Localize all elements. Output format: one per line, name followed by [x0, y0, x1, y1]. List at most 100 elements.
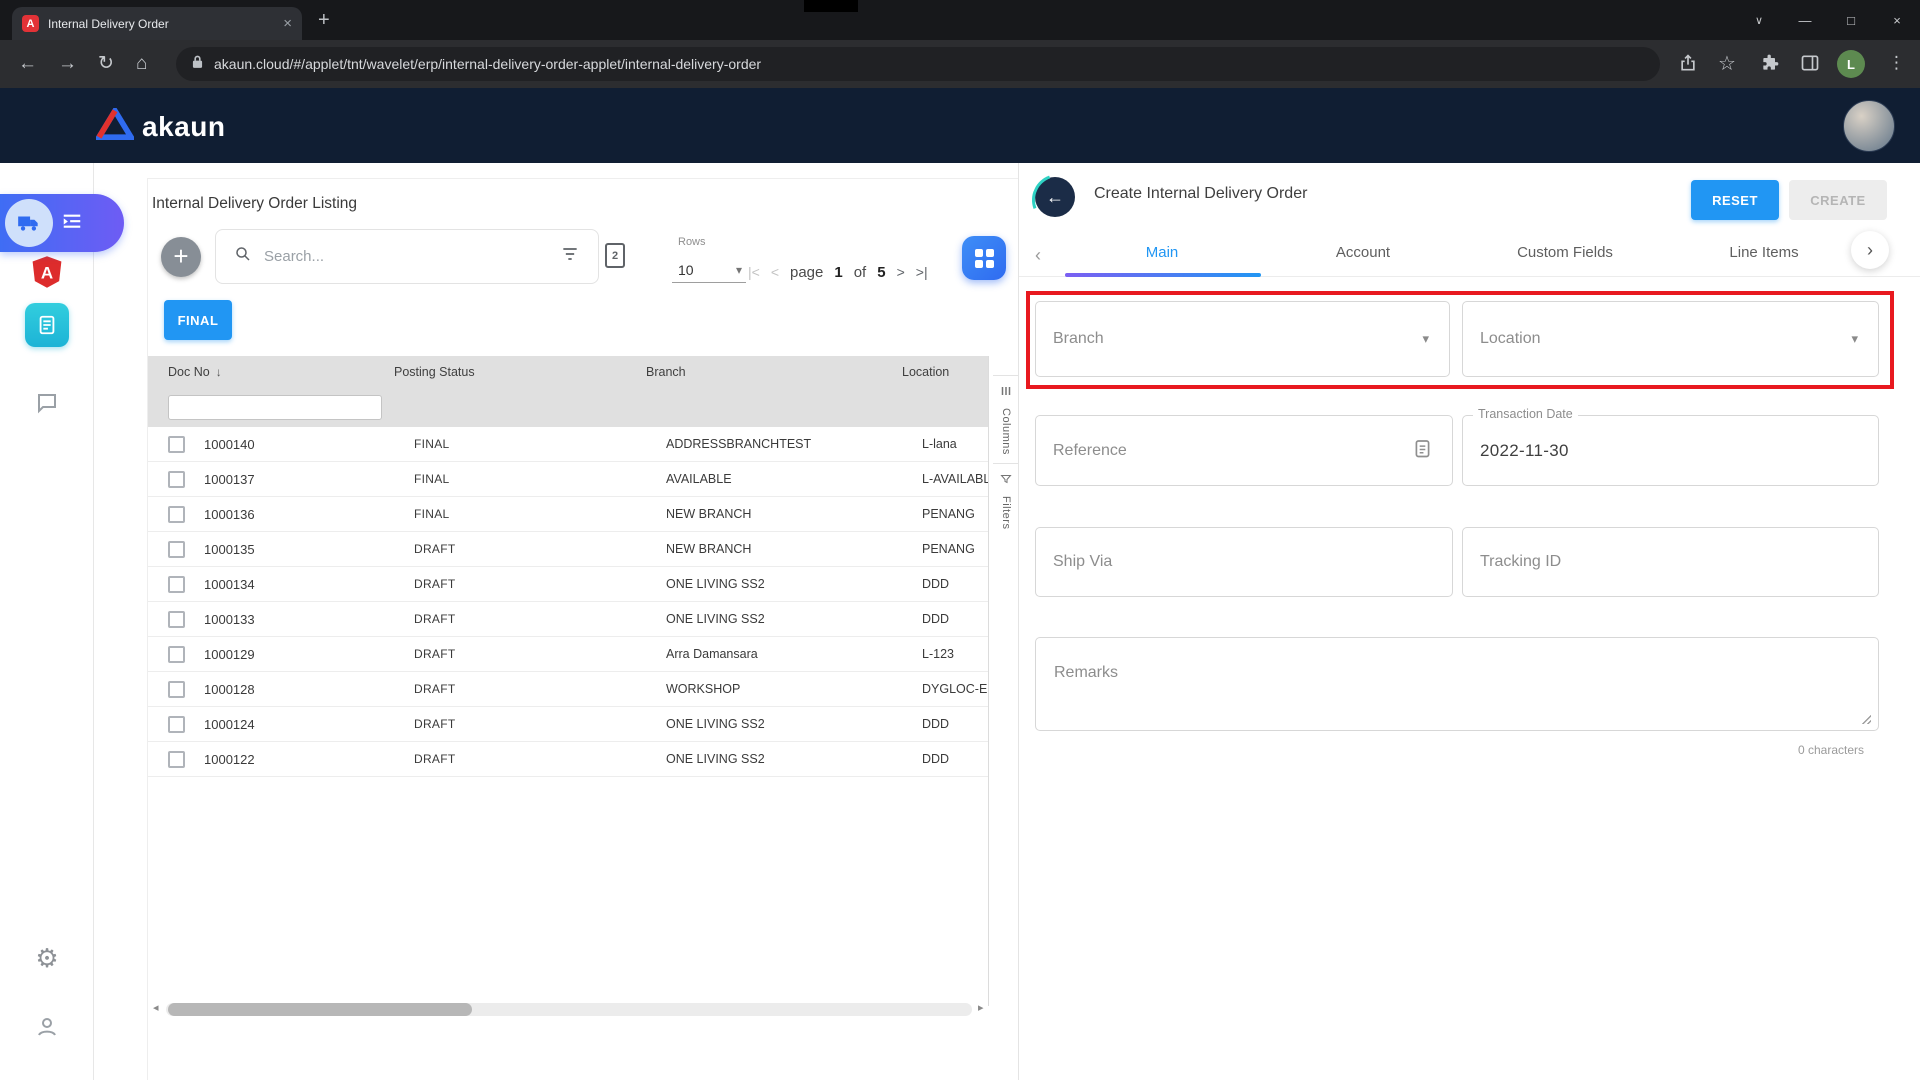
- row-checkbox[interactable]: [168, 506, 185, 523]
- horizontal-scrollbar[interactable]: [166, 1003, 972, 1016]
- side-panel-icon[interactable]: [1800, 53, 1820, 78]
- add-record-button[interactable]: +: [161, 237, 201, 277]
- scroll-right-icon[interactable]: ▸: [978, 1001, 984, 1014]
- row-checkbox[interactable]: [168, 681, 185, 698]
- new-tab-button[interactable]: +: [318, 8, 330, 32]
- tab-account[interactable]: Account: [1336, 244, 1390, 261]
- view-switcher-button[interactable]: [962, 236, 1006, 280]
- cell-branch: Arra Damansara: [656, 647, 912, 661]
- delivery-truck-icon[interactable]: [5, 199, 53, 247]
- row-checkbox[interactable]: [168, 716, 185, 733]
- table-row[interactable]: 1000129 DRAFT Arra Damansara L-123: [148, 637, 988, 672]
- browser-tab[interactable]: A Internal Delivery Order ×: [12, 7, 302, 40]
- tab-close-icon[interactable]: ×: [283, 15, 292, 32]
- profile-person-icon[interactable]: [0, 1015, 94, 1039]
- sort-desc-icon[interactable]: ↓: [216, 365, 222, 379]
- transaction-date-field[interactable]: Transaction Date 2022-11-30: [1462, 415, 1879, 486]
- sidebar-item-chat[interactable]: [0, 391, 94, 415]
- user-avatar[interactable]: [1843, 100, 1895, 152]
- row-checkbox[interactable]: [168, 471, 185, 488]
- tab-search-icon[interactable]: ∨: [1736, 14, 1782, 27]
- screen-notch: [804, 0, 858, 12]
- column-header-location[interactable]: Location: [902, 365, 988, 379]
- tab-line-items[interactable]: Line Items: [1729, 244, 1798, 261]
- row-checkbox[interactable]: [168, 646, 185, 663]
- branch-select[interactable]: Branch ▾: [1035, 301, 1450, 377]
- cell-branch: ONE LIVING SS2: [656, 752, 912, 766]
- column-header-posting-status[interactable]: Posting Status: [394, 365, 646, 379]
- filter-list-icon[interactable]: [560, 244, 580, 269]
- doc-no-filter-input[interactable]: [168, 395, 382, 420]
- row-checkbox[interactable]: [168, 611, 185, 628]
- menu-open-icon[interactable]: [61, 210, 83, 237]
- column-header-doc-no[interactable]: Doc No ↓: [148, 365, 394, 379]
- final-filter-button[interactable]: FINAL: [164, 300, 232, 340]
- reset-button[interactable]: RESET: [1691, 180, 1779, 220]
- tracking-id-input[interactable]: Tracking ID: [1462, 527, 1879, 597]
- cell-doc-no: 1000137: [194, 472, 404, 487]
- page-current[interactable]: 1: [834, 264, 842, 281]
- cell-location: DYGLOC-ED: [912, 682, 988, 696]
- ship-via-input[interactable]: Ship Via: [1035, 527, 1453, 597]
- search-input[interactable]: [264, 248, 548, 265]
- row-checkbox[interactable]: [168, 541, 185, 558]
- row-checkbox[interactable]: [168, 576, 185, 593]
- window-maximize-button[interactable]: □: [1828, 13, 1874, 28]
- table-row[interactable]: 1000136 FINAL NEW BRANCH PENANG: [148, 497, 988, 532]
- prev-page-icon[interactable]: <: [771, 264, 779, 280]
- sidebar-item-angular-applet[interactable]: A: [0, 255, 94, 289]
- browser-menu-icon[interactable]: ⋮: [1888, 53, 1905, 73]
- row-checkbox[interactable]: [168, 436, 185, 453]
- last-page-icon[interactable]: >|: [916, 264, 928, 280]
- share-icon[interactable]: [1678, 53, 1698, 78]
- window-close-button[interactable]: ×: [1874, 13, 1920, 28]
- browser-profile-avatar[interactable]: L: [1837, 50, 1865, 78]
- back-button[interactable]: ←: [1035, 177, 1075, 217]
- table-row[interactable]: 1000135 DRAFT NEW BRANCH PENANG: [148, 532, 988, 567]
- settings-gear-icon[interactable]: ⚙: [0, 945, 94, 971]
- tab-custom-fields[interactable]: Custom Fields: [1517, 244, 1613, 261]
- table-row[interactable]: 1000133 DRAFT ONE LIVING SS2 DDD: [148, 602, 988, 637]
- applet-switcher-pill[interactable]: [0, 194, 124, 252]
- next-page-icon[interactable]: >: [897, 264, 905, 280]
- resize-grip-icon[interactable]: [1860, 713, 1871, 724]
- table-row[interactable]: 1000137 FINAL AVAILABLE L-AVAILABL: [148, 462, 988, 497]
- remarks-char-counter: 0 characters: [1035, 743, 1864, 757]
- table-row[interactable]: 1000134 DRAFT ONE LIVING SS2 DDD: [148, 567, 988, 602]
- clipboard-icon[interactable]: [1415, 439, 1430, 463]
- bookmark-star-icon[interactable]: ☆: [1718, 52, 1736, 76]
- filters-side-tab[interactable]: Filters: [993, 463, 1019, 537]
- row-checkbox[interactable]: [168, 751, 185, 768]
- rows-per-page-select[interactable]: 10 ▾: [672, 257, 746, 283]
- cell-branch: ONE LIVING SS2: [656, 577, 912, 591]
- column-header-label: Doc No: [168, 365, 210, 379]
- create-button[interactable]: CREATE: [1789, 180, 1887, 220]
- tabs-scroll-left-icon[interactable]: ‹: [1035, 245, 1041, 266]
- cell-location: PENANG: [912, 507, 988, 521]
- chevron-down-icon: ▾: [736, 263, 742, 277]
- table-row[interactable]: 1000122 DRAFT ONE LIVING SS2 DDD: [148, 742, 988, 777]
- table-row[interactable]: 1000140 FINAL ADDRESSBRANCHTEST L-lana: [148, 427, 988, 462]
- remarks-textarea[interactable]: Remarks: [1035, 637, 1879, 731]
- home-icon[interactable]: ⌂: [136, 52, 147, 76]
- window-minimize-button[interactable]: —: [1782, 13, 1828, 28]
- scroll-left-icon[interactable]: ◂: [153, 1001, 159, 1014]
- tab-title: Internal Delivery Order: [48, 17, 274, 31]
- tab-main[interactable]: Main: [1146, 244, 1179, 261]
- duplicate-pages-icon[interactable]: 2: [605, 243, 625, 268]
- location-select[interactable]: Location ▾: [1462, 301, 1879, 377]
- sidebar-item-delivery-order[interactable]: [0, 303, 94, 347]
- extensions-puzzle-icon[interactable]: [1760, 53, 1780, 78]
- forward-icon[interactable]: →: [58, 52, 77, 76]
- address-bar[interactable]: akaun.cloud/#/applet/tnt/wavelet/erp/int…: [176, 47, 1660, 81]
- table-row[interactable]: 1000124 DRAFT ONE LIVING SS2 DDD: [148, 707, 988, 742]
- refresh-icon[interactable]: ↻: [98, 52, 114, 76]
- reference-input[interactable]: Reference: [1035, 415, 1453, 486]
- back-icon[interactable]: ←: [18, 52, 37, 76]
- scrollbar-thumb[interactable]: [168, 1003, 472, 1016]
- tabs-scroll-right-icon[interactable]: ›: [1851, 231, 1889, 269]
- columns-side-tab[interactable]: Columns: [993, 375, 1019, 463]
- first-page-icon[interactable]: |<: [748, 264, 760, 280]
- column-header-branch[interactable]: Branch: [646, 365, 902, 379]
- table-row[interactable]: 1000128 DRAFT WORKSHOP DYGLOC-ED: [148, 672, 988, 707]
